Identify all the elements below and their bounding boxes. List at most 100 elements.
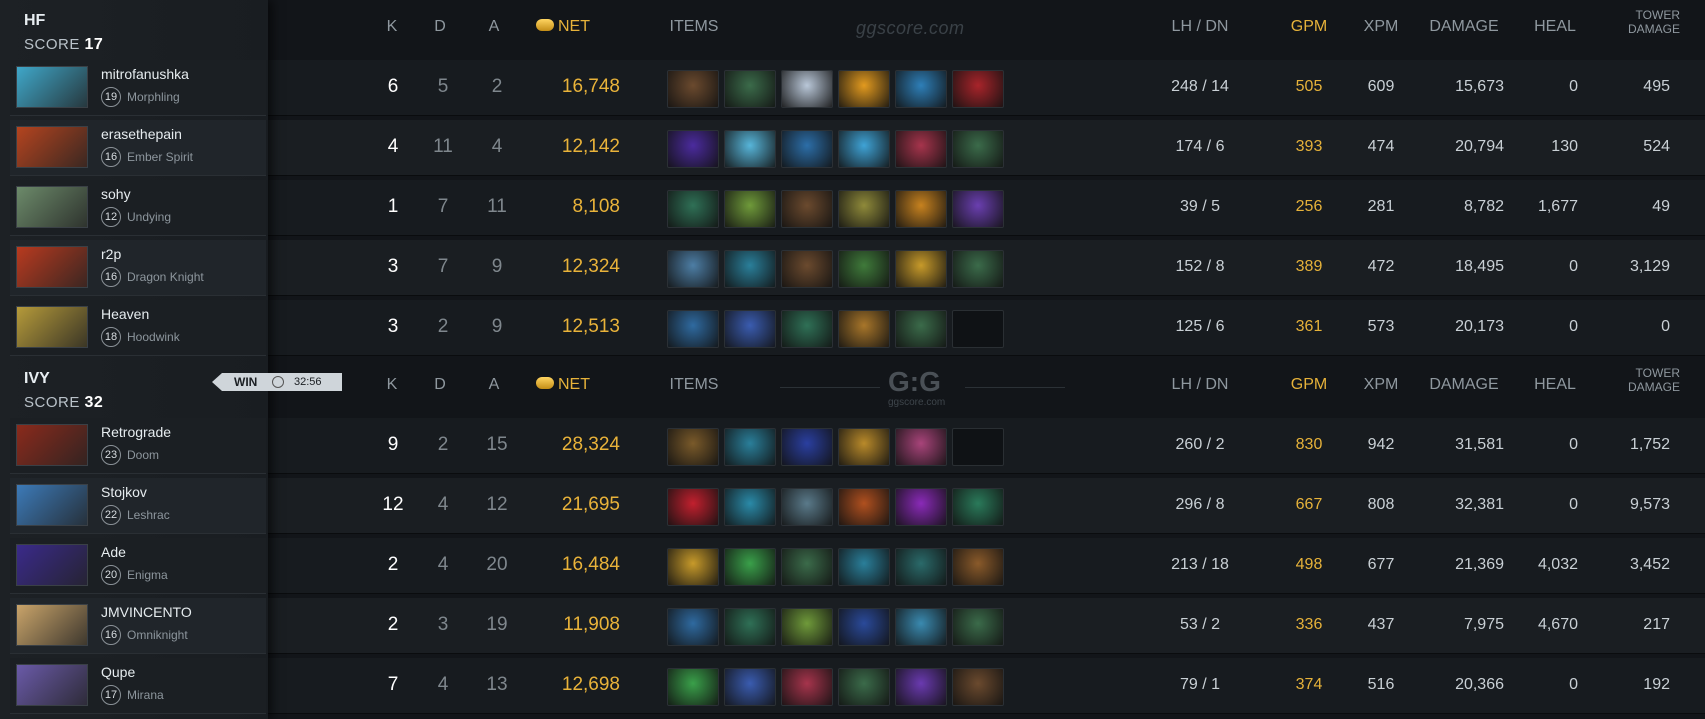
- crate-icon[interactable]: [952, 548, 1004, 586]
- orb-icon[interactable]: [781, 130, 833, 168]
- bottle-icon[interactable]: [895, 190, 947, 228]
- player-card[interactable]: Qupe 17 Mirana: [10, 658, 266, 714]
- damage-value: 18,495: [1455, 258, 1504, 275]
- armor-icon[interactable]: [838, 608, 890, 646]
- potion-icon[interactable]: [952, 190, 1004, 228]
- staff-icon[interactable]: [952, 250, 1004, 288]
- helm-icon[interactable]: [667, 548, 719, 586]
- wand-icon[interactable]: [781, 428, 833, 466]
- radiance-icon[interactable]: [838, 70, 890, 108]
- player-name[interactable]: erasethepain: [101, 126, 182, 142]
- hat-icon[interactable]: [667, 130, 719, 168]
- player-name[interactable]: Stojkov: [101, 484, 147, 500]
- wand-icon[interactable]: [724, 310, 776, 348]
- staff-icon[interactable]: [781, 310, 833, 348]
- orb-icon[interactable]: [895, 70, 947, 108]
- drum-icon[interactable]: [781, 608, 833, 646]
- staff-icon[interactable]: [895, 310, 947, 348]
- tower-damage-value: 524: [1643, 138, 1670, 155]
- axe-icon[interactable]: [724, 428, 776, 466]
- player-card[interactable]: sohy 12 Undying: [10, 180, 266, 236]
- player-stats-row: 2 4 20 16,484 213 / 18 498 677 21,369 4,032 3,452: [268, 538, 1705, 594]
- leaf-icon[interactable]: [838, 250, 890, 288]
- watermark-line-left: [780, 387, 880, 388]
- player-card[interactable]: JMVINCENTO 16 Omniknight: [10, 598, 266, 654]
- wand-icon[interactable]: [724, 668, 776, 706]
- player-name[interactable]: r2p: [101, 246, 121, 262]
- player-card[interactable]: Heaven 18 Hoodwink: [10, 300, 266, 356]
- lightning-icon[interactable]: [838, 130, 890, 168]
- player-stats-row: 1 7 11 8,108 39 / 5 256 281 8,782 1,677 49: [268, 180, 1705, 236]
- boots-icon[interactable]: [781, 190, 833, 228]
- bracer-icon[interactable]: [667, 310, 719, 348]
- dagger-icon[interactable]: [952, 488, 1004, 526]
- player-name[interactable]: Ade: [101, 544, 126, 560]
- empty-slot[interactable]: [952, 310, 1004, 348]
- boots-icon[interactable]: [781, 250, 833, 288]
- boots-icon[interactable]: [667, 428, 719, 466]
- deaths-value: 7: [437, 256, 449, 277]
- player-name[interactable]: mitrofanushka: [101, 66, 189, 82]
- gem-icon[interactable]: [724, 130, 776, 168]
- crab-icon[interactable]: [895, 130, 947, 168]
- player-card[interactable]: erasethepain 16 Ember Spirit: [10, 120, 266, 176]
- hero-name: Ember Spirit: [127, 150, 194, 164]
- staff-icon[interactable]: [952, 130, 1004, 168]
- staff-icon[interactable]: [952, 608, 1004, 646]
- net-worth-value: 8,108: [572, 196, 620, 217]
- creature-icon[interactable]: [895, 608, 947, 646]
- staff-icon[interactable]: [667, 190, 719, 228]
- staff-icon[interactable]: [781, 548, 833, 586]
- bracer-icon[interactable]: [667, 608, 719, 646]
- hammer-icon[interactable]: [667, 250, 719, 288]
- wave-icon[interactable]: [724, 488, 776, 526]
- header-tower-line1: TOWER: [1635, 8, 1680, 22]
- staff-icon[interactable]: [724, 608, 776, 646]
- bottle-icon[interactable]: [838, 310, 890, 348]
- staff-icon[interactable]: [838, 668, 890, 706]
- tower-damage-value: 49: [1652, 198, 1670, 215]
- staff-icon[interactable]: [724, 70, 776, 108]
- helm-icon[interactable]: [895, 250, 947, 288]
- dagger-icon[interactable]: [667, 668, 719, 706]
- ghost-icon[interactable]: [781, 488, 833, 526]
- boots-icon[interactable]: [895, 548, 947, 586]
- mask-icon[interactable]: [838, 190, 890, 228]
- net-worth-value: 16,484: [561, 554, 620, 575]
- player-name[interactable]: JMVINCENTO: [101, 604, 192, 620]
- empty-slot[interactable]: [952, 428, 1004, 466]
- orb-icon[interactable]: [895, 428, 947, 466]
- player-card[interactable]: mitrofanushka 19 Morphling: [10, 60, 266, 116]
- player-name[interactable]: Retrograde: [101, 424, 171, 440]
- assists-value: 15: [486, 434, 508, 455]
- gem-icon[interactable]: [667, 488, 719, 526]
- player-card[interactable]: r2p 16 Dragon Knight: [10, 240, 266, 296]
- player-name[interactable]: Heaven: [101, 306, 149, 322]
- cape-icon[interactable]: [838, 488, 890, 526]
- mask-icon[interactable]: [895, 668, 947, 706]
- sword-icon[interactable]: [895, 488, 947, 526]
- net-worth-value: 12,698: [561, 674, 620, 695]
- gpm-value: 389: [1295, 258, 1323, 275]
- axe-icon[interactable]: [838, 548, 890, 586]
- player-name[interactable]: Qupe: [101, 664, 135, 680]
- boots-icon[interactable]: [952, 668, 1004, 706]
- player-name[interactable]: sohy: [101, 186, 131, 202]
- emerald-icon[interactable]: [724, 548, 776, 586]
- deaths-value: 7: [437, 196, 449, 217]
- player-card[interactable]: Stojkov 22 Leshrac: [10, 478, 266, 534]
- damage-value: 20,366: [1455, 676, 1504, 693]
- damage-value: 20,173: [1455, 318, 1504, 335]
- blade-icon[interactable]: [952, 70, 1004, 108]
- crab-icon[interactable]: [781, 668, 833, 706]
- player-level: 19: [101, 87, 121, 107]
- hero-portrait: [16, 424, 88, 466]
- skull-icon[interactable]: [781, 70, 833, 108]
- helm-icon[interactable]: [838, 428, 890, 466]
- player-card[interactable]: Ade 20 Enigma: [10, 538, 266, 594]
- axe-icon[interactable]: [724, 250, 776, 288]
- boots-icon[interactable]: [667, 70, 719, 108]
- assists-value: 20: [486, 554, 508, 575]
- drum-icon[interactable]: [724, 190, 776, 228]
- player-card[interactable]: Retrograde 23 Doom: [10, 418, 266, 474]
